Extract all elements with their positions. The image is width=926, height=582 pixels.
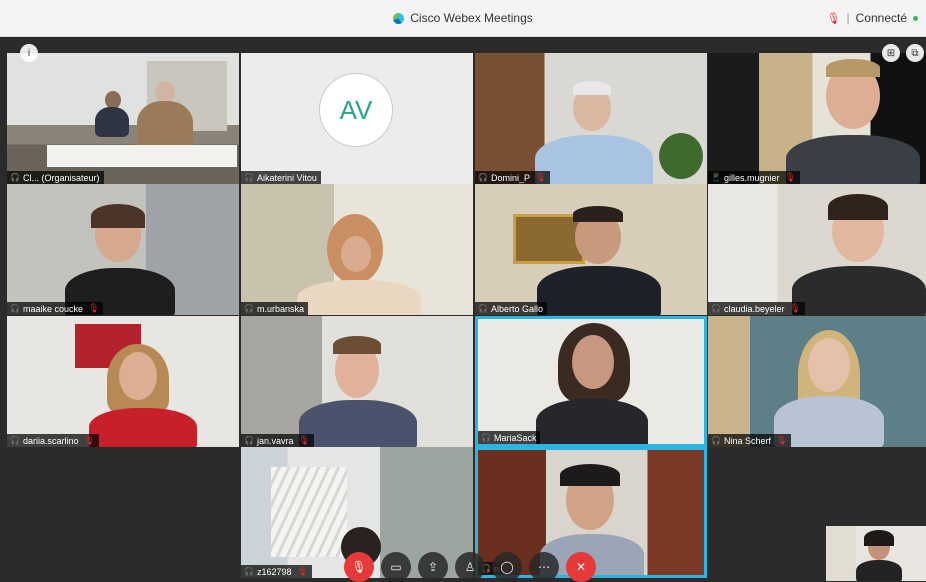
video-tile[interactable]: 🎧 Nina Scherf 🎙 [708,316,926,447]
muted-mic-icon: 🎙 [88,303,100,313]
muted-mic-icon[interactable]: 🎙 [827,12,841,25]
mute-icon[interactable]: 🎙 [344,552,374,582]
leave-icon[interactable]: ✕ [566,552,596,582]
video-tile[interactable]: 🎧 Domini_P 🎙 [475,53,707,184]
headset-icon: 🎧 [10,173,20,182]
video-tile[interactable]: 🎧 maaike coucke 🎙 [7,184,239,315]
video-tile[interactable]: 🎧 Alberto Gallo [475,184,707,315]
video-icon[interactable]: ▭ [381,552,411,582]
phone-icon: 📱 [711,173,721,182]
muted-mic-icon: 🎙 [784,172,796,182]
connection-status: 🎙 | Connecté [827,0,918,36]
participant-name-tag: 🎧 MariaSack [478,431,541,444]
webex-logo-icon [393,12,405,24]
title-bar: Cisco Webex Meetings 🎙 | Connecté [0,0,926,37]
participant-name-tag: 🎧 maaike coucke 🎙 [7,302,104,315]
video-tile[interactable]: AV 🎧 Aikaterini Vitou [241,53,473,184]
more-icon[interactable]: ⋯ [529,552,559,582]
video-tile[interactable]: 🎧 jan.vavra 🎙 [241,316,473,447]
participant-name-tag: 🎧 m.urbanska [241,302,308,315]
muted-mic-icon: 🎙 [296,566,308,576]
muted-mic-icon: 🎙 [789,303,801,313]
muted-mic-icon: 🎙 [298,435,310,445]
video-tile[interactable]: 🎧 Cl... (Organisateur) [7,53,239,184]
participant-name-tag: 🎧 Nina Scherf 🎙 [708,434,792,447]
connection-status-text: Connecté [855,11,907,25]
grid-layout-icon[interactable]: ⊞ [882,44,900,62]
participant-name-tag: 📱 gilles.mugnier 🎙 [708,171,800,184]
participant-name-tag: 🎧 claudia.beyeler 🎙 [708,302,805,315]
popout-icon[interactable]: ⧉ [906,44,924,62]
participant-name-tag: 🎧 z162798 🎙 [241,565,312,578]
headset-icon: 🎧 [244,436,254,445]
headset-icon: 🎧 [10,304,20,313]
video-tile[interactable]: 🎧 claudia.beyeler 🎙 [708,184,926,315]
video-tile[interactable]: 🎧 m.urbanska [241,184,473,315]
share-icon[interactable]: ⇪ [418,552,448,582]
meeting-toolbar: 🎙 ▭ ⇪ ♙ ◯ ⋯ ✕ [344,552,596,582]
participant-avatar: AV [319,73,393,147]
muted-mic-icon: 🎙 [534,172,547,182]
headset-icon: 🎧 [244,173,254,182]
headset-icon: 🎧 [478,173,488,182]
headset-icon: 🎧 [481,433,491,442]
muted-mic-icon: 🎙 [83,435,95,445]
headset-icon: 🎧 [244,567,254,576]
participant-name-tag: 🎧 Domini_P 🎙 [475,171,551,184]
participant-name-tag: 🎧 Cl... (Organisateur) [7,171,104,184]
headset-icon: 🎧 [478,304,488,313]
info-icon[interactable]: i [20,44,38,62]
video-tile-active-speaker[interactable]: 🎧 MariaSack [475,316,707,447]
headset-icon: 🎧 [711,304,721,313]
participant-name-tag: 🎧 jan.vavra 🎙 [241,434,314,447]
video-tile[interactable]: 🎧 dariia.scarlino 🎙 [7,316,239,447]
connected-indicator-icon [913,15,918,21]
chat-icon[interactable]: ◯ [492,552,522,582]
self-view-preview[interactable] [826,526,926,581]
headset-icon: 🎧 [244,304,254,313]
headset-icon: 🎧 [711,436,721,445]
video-tile[interactable]: 📱 gilles.mugnier 🎙 [708,53,926,184]
participants-icon[interactable]: ♙ [455,552,485,582]
window-title-text: Cisco Webex Meetings [410,11,533,25]
participant-name-tag: 🎧 Aikaterini Vitou [241,171,321,184]
participant-name-tag: 🎧 dariia.scarlino 🎙 [7,434,99,447]
muted-mic-icon: 🎙 [776,435,788,445]
headset-icon: 🎧 [10,436,20,445]
participant-name-tag: 🎧 Alberto Gallo [475,302,547,315]
window-title: Cisco Webex Meetings [0,0,926,36]
